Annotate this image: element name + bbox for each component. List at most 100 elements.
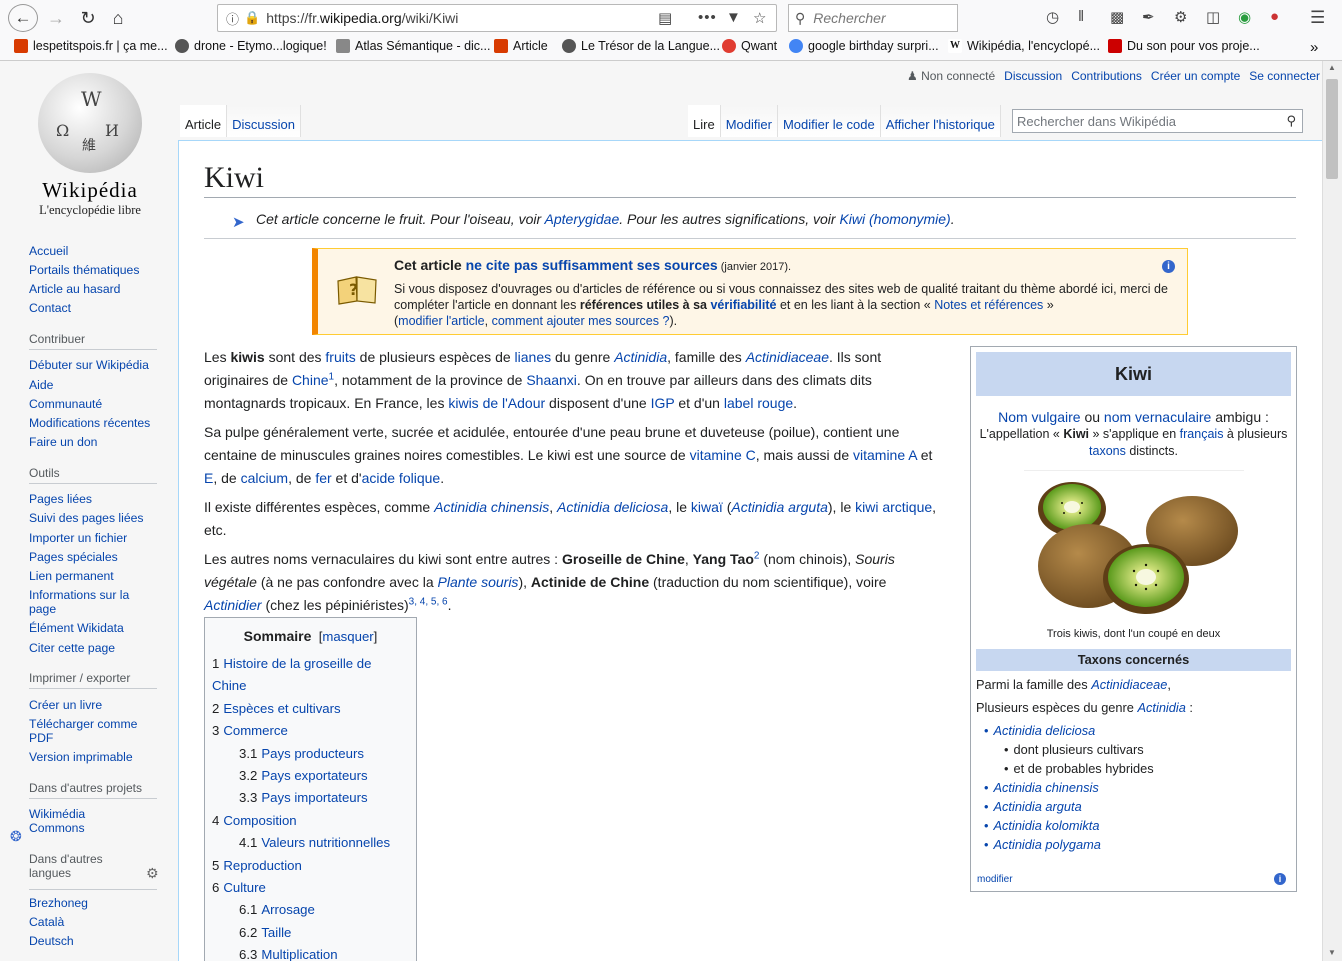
toc-item[interactable]: 3.3 Pays importateurs — [212, 787, 409, 809]
sidebar-link-contact[interactable]: Contact — [29, 301, 71, 315]
bookmark-item[interactable]: lespetitspois.fr | ça me... — [14, 39, 168, 53]
sidebar-item[interactable]: Communauté — [29, 394, 175, 413]
link[interactable]: label rouge — [724, 395, 793, 411]
toc-link[interactable]: Pays importateurs — [261, 790, 367, 805]
user-contributions-link[interactable]: Contributions — [1071, 69, 1142, 83]
forward-arrow-icon[interactable]: → — [42, 5, 70, 31]
sidebar-link-lang[interactable]: Deutsch — [29, 934, 74, 948]
tab-history-label[interactable]: Afficher l'historique — [886, 117, 995, 132]
link[interactable]: Plante souris — [438, 574, 519, 590]
tab-article-label[interactable]: Article — [185, 117, 221, 132]
toc-link[interactable]: Taille — [261, 925, 291, 940]
toc-item[interactable]: 3 Commerce — [212, 720, 409, 742]
link[interactable]: calcium — [241, 470, 288, 486]
sidebar-item[interactable]: Lien permanent — [29, 566, 175, 585]
sidebar-item[interactable]: Deutsch — [29, 931, 157, 950]
sidebar-item[interactable]: Català — [29, 912, 157, 931]
toc-link[interactable]: Pays exportateurs — [261, 768, 367, 783]
sidebar-item[interactable]: Wikimédia Commons — [29, 805, 99, 838]
sidebar-link[interactable]: Suivi des pages liées — [29, 511, 144, 525]
sidebar-link[interactable]: Modifications récentes — [29, 416, 150, 430]
bookmark-item[interactable]: google birthday surpri... — [789, 39, 939, 53]
url-bar[interactable]: ⓘ 🔒 https://fr.wikipedia.org/wiki/Kiwi ▤… — [217, 4, 777, 32]
bookmark-item[interactable]: drone - Etymo...logique! — [175, 39, 327, 53]
sidebar-item[interactable]: Brezhoneg — [29, 893, 157, 912]
bookmark-star-icon[interactable]: ☆ — [753, 9, 766, 27]
link[interactable]: kiwaï — [691, 499, 723, 515]
sidebar-item[interactable]: Suivi des pages liées — [29, 509, 175, 528]
library-icon[interactable]: ‖ — [1078, 8, 1084, 25]
banner-link-edit[interactable]: modifier l'article — [398, 314, 484, 328]
toc-link[interactable]: Espèces et cultivars — [223, 701, 340, 716]
link[interactable]: nom vernaculaire — [1104, 409, 1211, 425]
link[interactable]: Actinidia chinensis — [434, 499, 549, 515]
toc-item[interactable]: 1 Histoire de la groseille de Chine — [212, 653, 409, 698]
sidebar-link[interactable]: Citer cette page — [29, 641, 115, 655]
toc-item[interactable]: 6.3 Multiplication — [212, 944, 409, 961]
user-talk-link[interactable]: Discussion — [1004, 69, 1062, 83]
scroll-thumb[interactable] — [1326, 79, 1338, 179]
link[interactable]: kiwis de l'Adour — [448, 395, 545, 411]
sidebar-link-commons[interactable]: Wikimédia Commons — [29, 807, 85, 835]
species-link[interactable]: Actinidia chinensis — [993, 780, 1098, 795]
create-account-link[interactable]: Créer un compte — [1151, 69, 1240, 83]
link[interactable]: taxons — [1089, 444, 1126, 458]
banner-link-notes[interactable]: Notes et références — [934, 298, 1043, 312]
toc-item[interactable]: 6.2 Taille — [212, 922, 409, 944]
url-text[interactable]: https://fr.wikipedia.org/wiki/Kiwi — [266, 10, 458, 26]
sidebar-item[interactable]: Faire un don — [29, 433, 175, 452]
hamburger-menu-icon[interactable]: ☰ — [1310, 8, 1325, 28]
toc-link[interactable]: Valeurs nutritionnelles — [261, 835, 390, 850]
toc-item[interactable]: 6.1 Arrosage — [212, 899, 409, 921]
screenshot-icon[interactable]: ▩ — [1110, 8, 1124, 26]
page-scrollbar[interactable]: ▲ ▼ — [1322, 61, 1342, 961]
sidebar-link[interactable]: Télécharger comme PDF — [29, 717, 137, 745]
info-icon[interactable]: i — [1162, 260, 1175, 273]
link[interactable]: fruits — [325, 349, 355, 365]
toc-item[interactable]: 4 Composition — [212, 810, 409, 832]
bookmark-item[interactable]: Qwant — [722, 39, 777, 53]
sidebar-link-lang[interactable]: Brezhoneg — [29, 896, 88, 910]
sidebar-link[interactable]: Pages liées — [29, 492, 92, 506]
bookmarks-overflow-icon[interactable]: » — [1310, 39, 1318, 56]
link[interactable]: Chine — [292, 372, 329, 388]
bookmark-item[interactable]: Le Trésor de la Langue... — [562, 39, 720, 53]
sidebar-item[interactable]: Article au hasard — [29, 279, 175, 298]
infobox-edit-link[interactable]: modifier — [977, 874, 1013, 885]
sidebar-link[interactable]: Informations sur la page — [29, 588, 129, 616]
link[interactable]: kiwi arctique — [855, 499, 932, 515]
sidebar-item[interactable]: Citer cette page — [29, 638, 175, 657]
pocket-icon[interactable]: ▼ — [726, 9, 741, 26]
link[interactable]: Actinidier — [204, 597, 262, 613]
tab-edit[interactable]: Modifier — [720, 105, 778, 137]
sidebar-item[interactable]: Créer un livre — [29, 695, 175, 714]
scroll-up-icon[interactable]: ▲ — [1328, 63, 1336, 72]
link[interactable]: fer — [315, 470, 331, 486]
sidebar-item[interactable]: Télécharger comme PDF — [29, 714, 147, 747]
sidebar-item[interactable]: Informations sur la page — [29, 586, 147, 619]
link[interactable]: vitamine A — [853, 447, 917, 463]
sidebar-link[interactable]: Aide — [29, 378, 53, 392]
toc-link[interactable]: Multiplication — [261, 947, 337, 961]
sidebar-item[interactable]: Élément Wikidata — [29, 619, 175, 638]
sidebar-link[interactable]: Élément Wikidata — [29, 621, 124, 635]
species-link[interactable]: Actinidia polygama — [993, 837, 1100, 852]
hatnote-link-homonymie[interactable]: Kiwi (homonymie) — [839, 211, 950, 227]
link[interactable]: Shaanxi — [526, 372, 577, 388]
hatnote-link-apterygidae[interactable]: Apterygidae — [545, 211, 620, 227]
tab-edit-label[interactable]: Modifier — [726, 117, 772, 132]
link[interactable]: Actinidiaceae — [746, 349, 829, 365]
toc-item[interactable]: 2 Espèces et cultivars — [212, 698, 409, 720]
link[interactable]: acide folique — [362, 470, 441, 486]
link[interactable]: E — [204, 470, 213, 486]
link[interactable]: Actinidia deliciosa — [557, 499, 668, 515]
tab-read-label[interactable]: Lire — [693, 117, 715, 132]
sidebar-link-portals[interactable]: Portails thématiques — [29, 263, 139, 277]
link[interactable]: IGP — [651, 395, 675, 411]
sidebar-link[interactable]: Pages spéciales — [29, 550, 118, 564]
sidebar-link[interactable]: Communauté — [29, 397, 102, 411]
sidebar-item[interactable]: Pages liées — [29, 490, 175, 509]
extension-dots-icon[interactable]: ● — [1270, 8, 1279, 25]
link[interactable]: Actinidiaceae — [1091, 677, 1167, 692]
toc-item[interactable]: 5 Reproduction — [212, 855, 409, 877]
